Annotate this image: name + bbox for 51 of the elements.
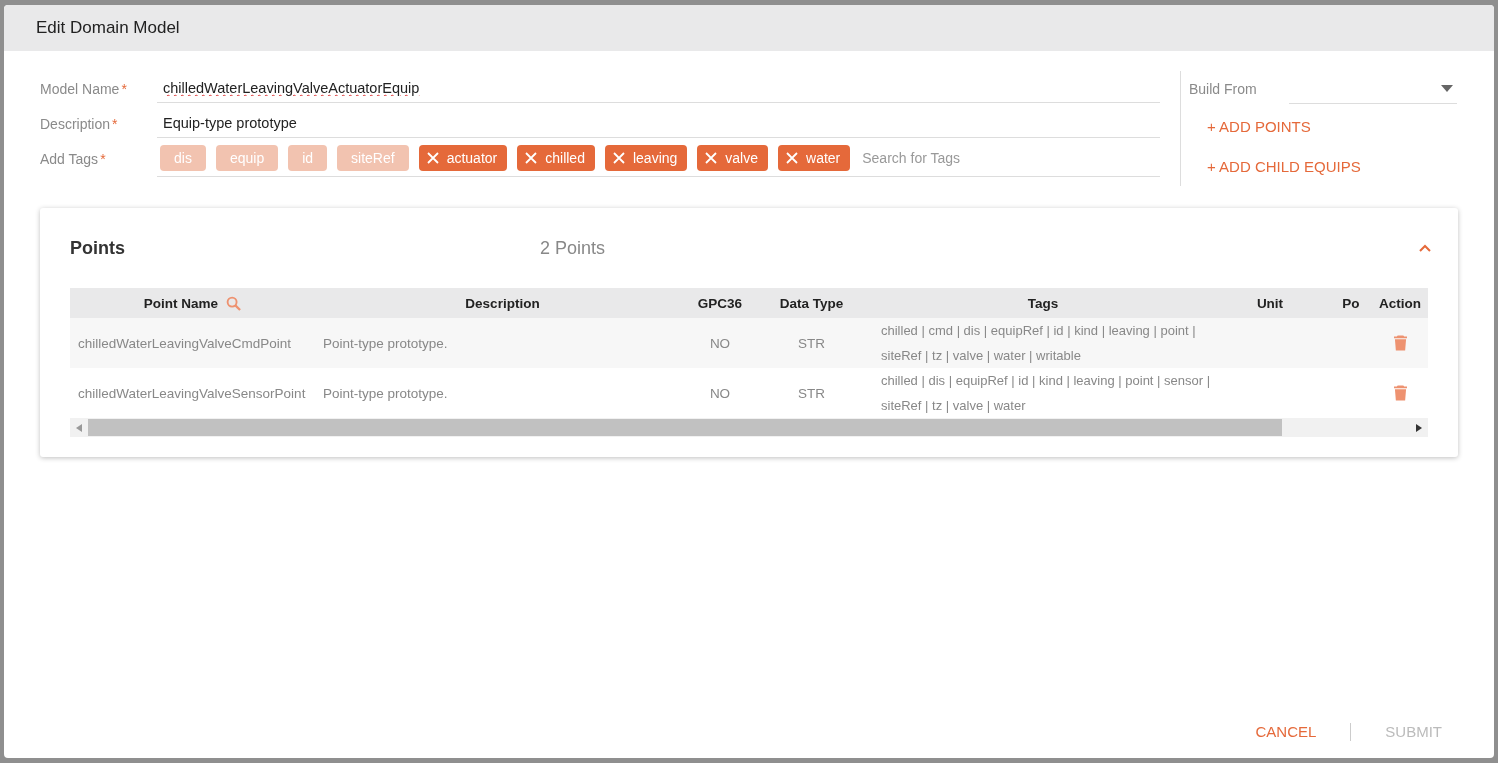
horizontal-scrollbar[interactable] [70,418,1428,437]
column-header: Data Type [779,295,844,311]
close-icon[interactable] [525,151,538,164]
tag-chip[interactable]: water [778,144,851,171]
table-cell-text: chilled | dis | equipRef | id | kind | leaving | point | sensor | siteRef | tz | valve | water [881,372,1211,415]
table-cell: STR [798,385,825,401]
add-link[interactable]: + ADD POINTS [1189,106,1329,146]
table-cell: chilledWaterLeavingValveCmdPoint [78,335,292,351]
tag-chip: id [288,144,328,171]
column-header: Tags [1027,295,1059,311]
description-field[interactable]: Equip-type prototype [157,109,1160,138]
table-cell: chilledWaterLeavingValveSensorPoint [78,385,306,401]
search-icon[interactable] [226,295,242,311]
dialog-button[interactable]: CANCEL [1249,717,1323,746]
trash-icon[interactable] [1393,385,1407,401]
table-cell: Point-type prototype. [323,335,448,351]
table-cell: NO [709,335,731,351]
section-title: Points [70,237,126,259]
tag-chip: siteRef [337,144,409,171]
tag-chip[interactable]: valve [697,144,768,171]
table-cell: STR [798,335,825,351]
column-header: GPC36 [697,295,743,311]
points-count: 2 Points [540,237,607,259]
column-header: Action [1379,295,1421,311]
tag-chip[interactable]: actuator [418,144,508,171]
add-link[interactable]: + ADD CHILD EQUIPS [1189,146,1379,186]
field-label: Description* [40,115,119,132]
column-header: Po [1342,295,1360,311]
column-header: Description [465,295,540,311]
scroll-left-icon[interactable] [76,423,82,432]
column-header: Unit [1256,295,1284,311]
tag-chip: dis [160,144,206,171]
field-label: Build From [1189,80,1258,97]
tag-chip: equip [215,144,279,171]
scroll-right-icon[interactable] [1416,423,1422,432]
tag-chip[interactable]: leaving [604,144,688,171]
field-label: Add Tags* [40,150,107,167]
trash-icon[interactable] [1393,335,1407,351]
tag-chip[interactable]: chilled [517,144,595,171]
close-icon[interactable] [426,151,439,164]
chevron-icon[interactable] [1419,244,1431,252]
close-icon[interactable] [612,151,625,164]
field-label: Model Name* [40,80,128,97]
close-icon[interactable] [705,151,718,164]
model-name-field[interactable]: chilledWaterLeavingValveActuatorEquip [157,74,1160,103]
table-cell: Point-type prototype. [323,385,448,401]
close-icon[interactable] [786,151,798,164]
column-header: Point Name [143,295,219,311]
table-cell: NO [709,385,731,401]
caret-icon [1441,84,1453,92]
dialog-title: Edit Domain Model [36,18,180,38]
